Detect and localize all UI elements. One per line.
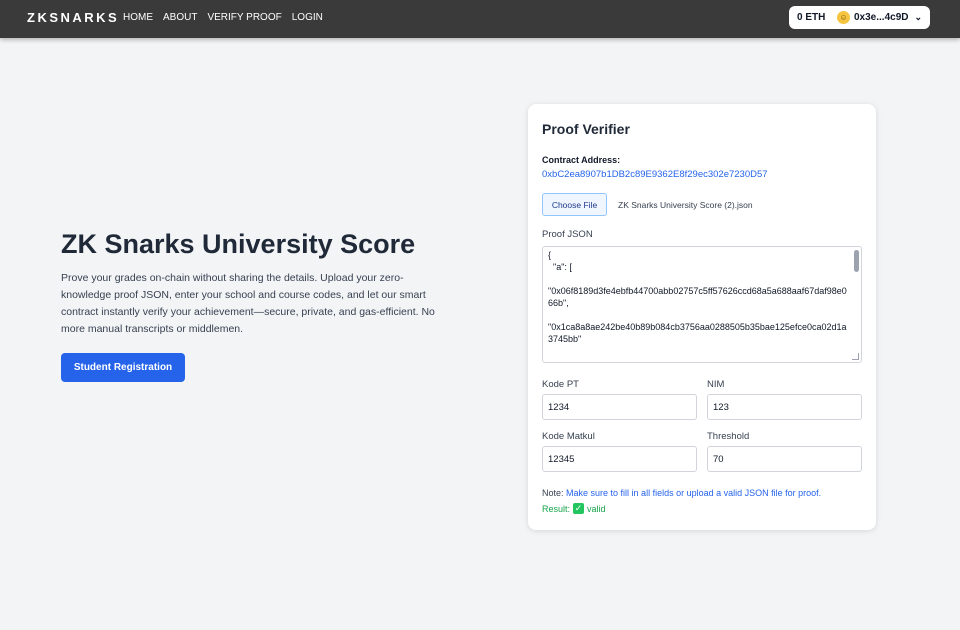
card-title: Proof Verifier xyxy=(542,121,630,137)
hero-description: Prove your grades on-chain without shari… xyxy=(61,272,435,335)
avatar-emoji-icon: ☺ xyxy=(837,11,850,24)
verification-result: Result: ✓ valid xyxy=(542,503,606,514)
threshold-label: Threshold xyxy=(707,431,750,442)
kode-pt-input[interactable] xyxy=(542,394,697,420)
wallet-address: 0x3e...4c9D xyxy=(854,12,909,23)
nim-input[interactable] xyxy=(707,394,862,420)
form-note: Note: Make sure to fill in all fields or… xyxy=(542,488,821,498)
hero-title: ZK Snarks University Score xyxy=(61,229,416,259)
wallet-account[interactable]: ☺ 0x3e...4c9D ⌄ xyxy=(837,11,922,24)
resize-handle-icon[interactable] xyxy=(852,353,859,360)
wallet-balance: 0 ETH xyxy=(797,12,826,23)
kode-matkul-label: Kode Matkul xyxy=(542,431,595,442)
contract-address-label: Contract Address: xyxy=(542,155,621,165)
check-mark-icon: ✓ xyxy=(573,503,585,514)
contract-address-link[interactable]: 0xbC2ea8907b1DB2c89E9362E8f29ec302e7230D… xyxy=(542,169,768,180)
top-navbar: ZKSNARKS HOME ABOUT VERIFY PROOF LOGIN 0… xyxy=(0,0,960,38)
kode-pt-label: Kode PT xyxy=(542,379,579,390)
selected-file-name: ZK Snarks University Score (2).json xyxy=(618,200,753,210)
wallet-button[interactable]: 0 ETH ☺ 0x3e...4c9D ⌄ xyxy=(789,6,930,29)
nav-link-login[interactable]: LOGIN xyxy=(292,12,323,23)
kode-matkul-input[interactable] xyxy=(542,446,697,472)
proof-verifier-card: Proof Verifier Contract Address: 0xbC2ea… xyxy=(528,104,876,530)
nav-link-verify-proof[interactable]: VERIFY PROOF xyxy=(207,12,281,23)
nav-links: HOME ABOUT VERIFY PROOF LOGIN xyxy=(123,12,323,23)
proof-json-textarea[interactable]: { "a": [ "0x06f8189d3fe4ebfb44700abb0275… xyxy=(542,246,862,363)
proof-json-label: Proof JSON xyxy=(542,229,593,240)
chevron-down-icon: ⌄ xyxy=(914,12,923,22)
choose-file-button[interactable]: Choose File xyxy=(542,193,607,216)
nav-link-about[interactable]: ABOUT xyxy=(163,12,197,23)
student-registration-button[interactable]: Student Registration xyxy=(61,353,185,382)
nim-label: NIM xyxy=(707,379,725,390)
note-prefix: Note: xyxy=(542,488,564,498)
threshold-input[interactable] xyxy=(707,446,862,472)
brand-logo[interactable]: ZKSNARKS xyxy=(27,10,119,25)
textarea-scrollbar[interactable] xyxy=(854,250,859,272)
result-prefix: Result: xyxy=(542,503,571,514)
nav-link-home[interactable]: HOME xyxy=(123,12,153,23)
note-text: Make sure to fill in all fields or uploa… xyxy=(566,488,822,498)
proof-json-content: { "a": [ "0x06f8189d3fe4ebfb44700abb0275… xyxy=(548,250,847,344)
result-value: valid xyxy=(587,503,606,514)
